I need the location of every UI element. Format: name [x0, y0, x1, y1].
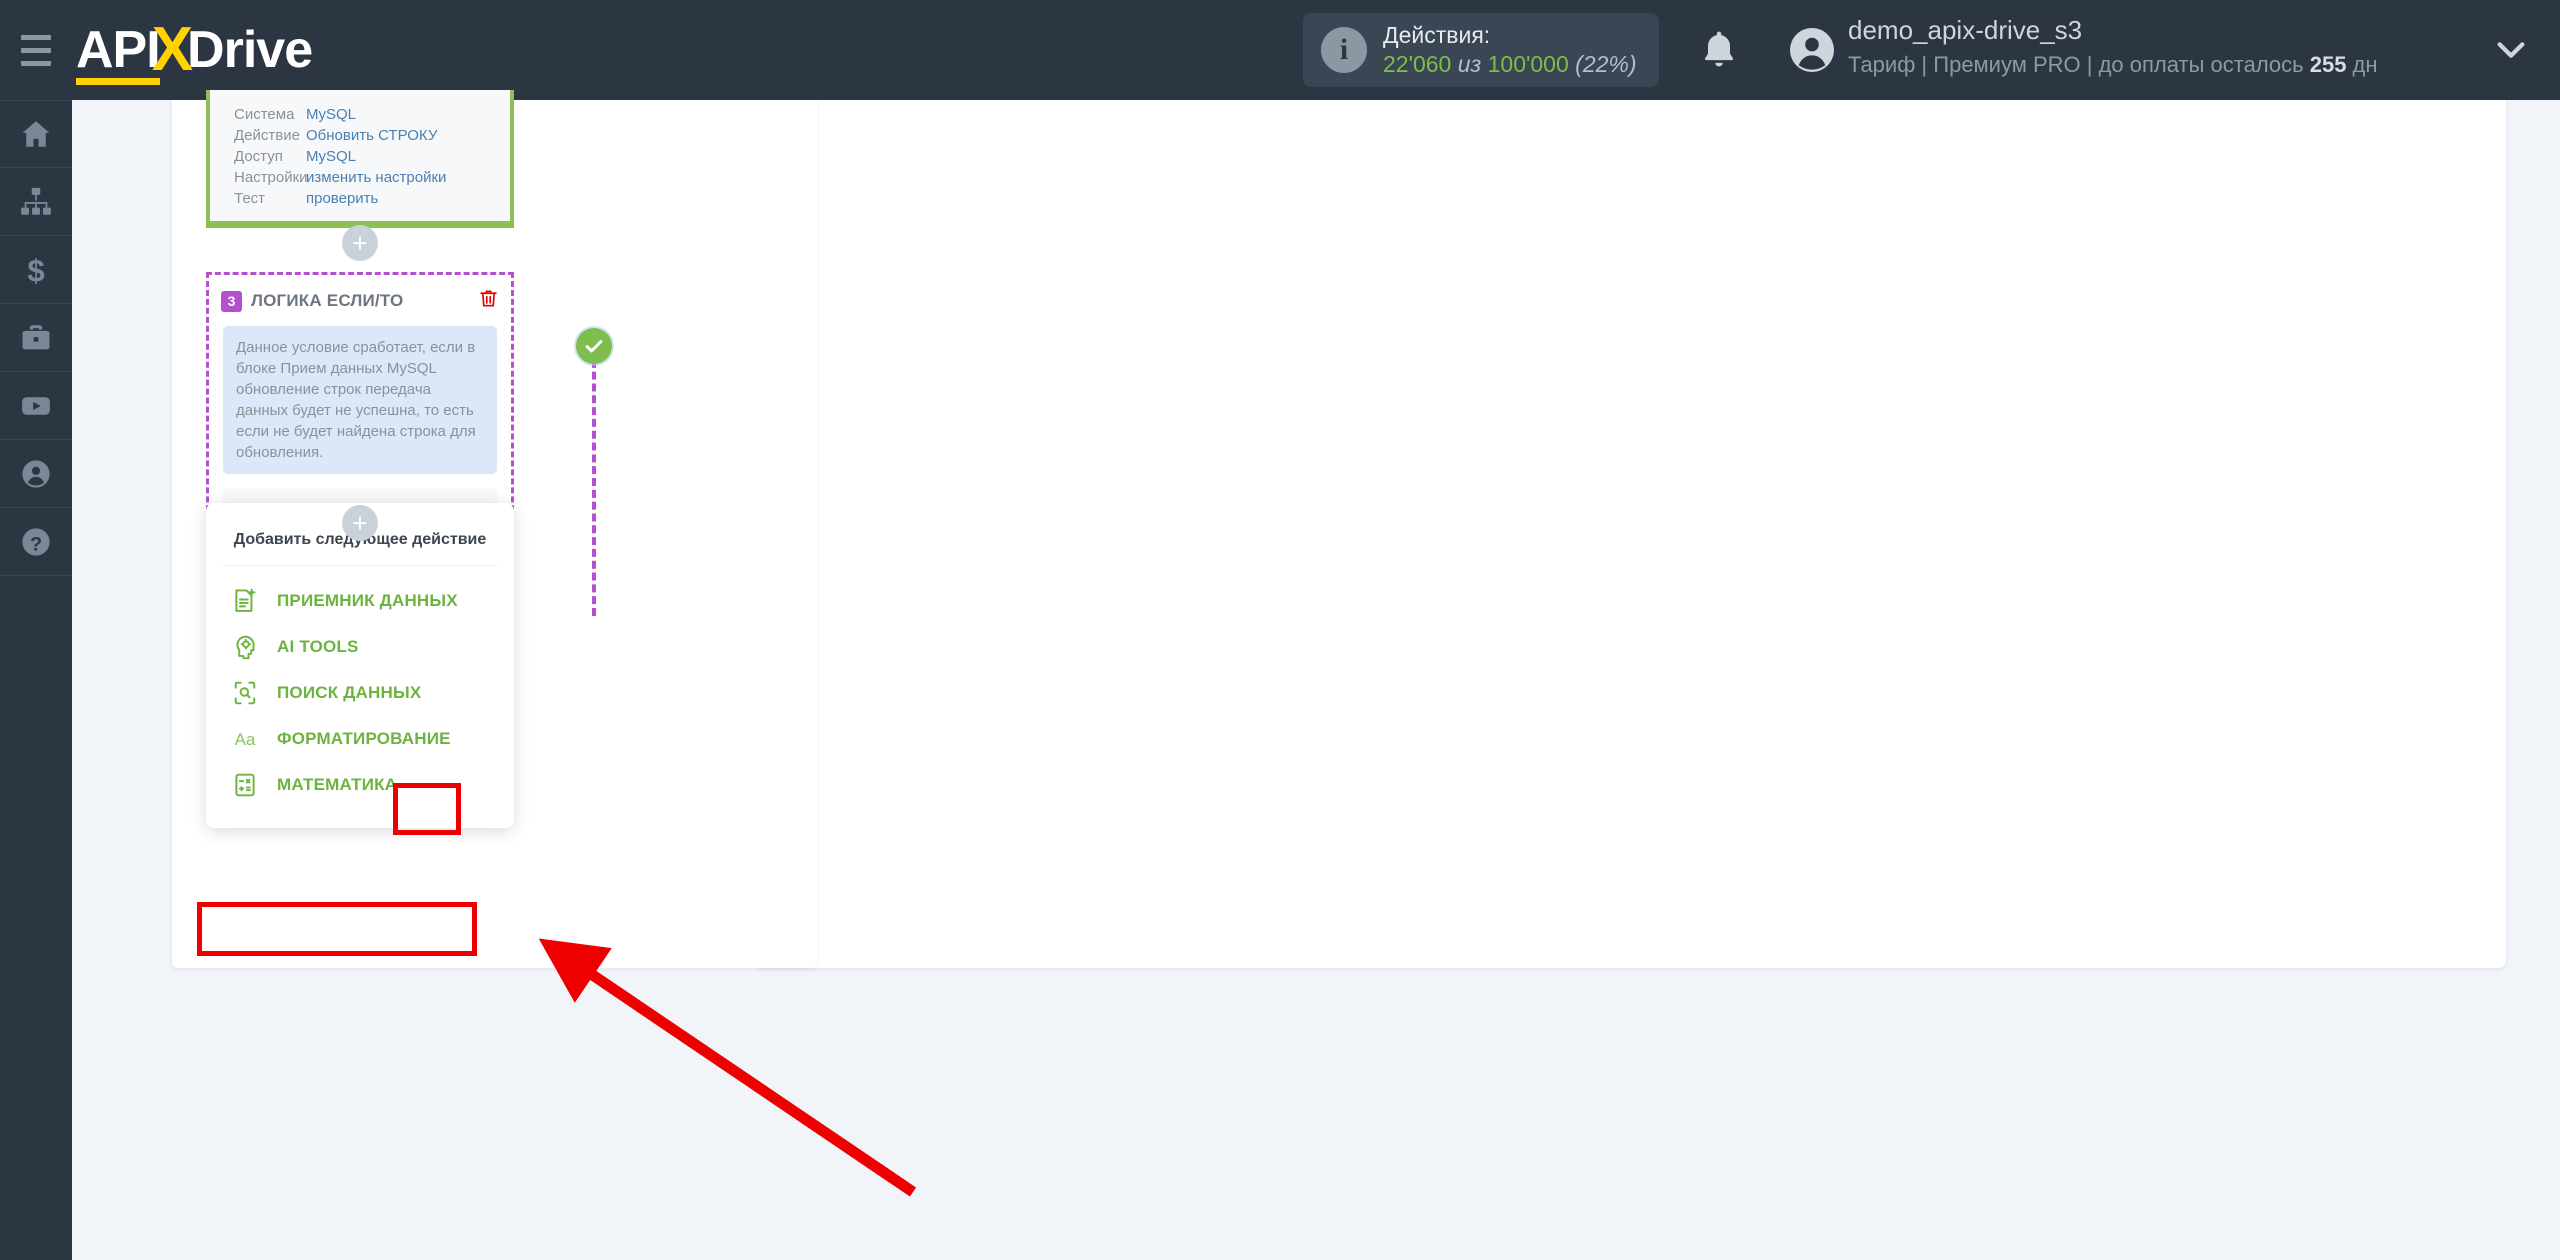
row-key: Тест: [234, 190, 266, 207]
plan-days-unit: дн: [2346, 51, 2378, 77]
hamburger-icon[interactable]: [0, 0, 72, 100]
menu-item-label: ПРИЕМНИК ДАННЫХ: [277, 591, 458, 610]
main-canvas: Система MySQL Действие Обновить СТРОКУ Д…: [72, 90, 2560, 1260]
add-action-menu: Добавить следующее действие ПРИЕМНИК ДАН…: [206, 503, 514, 828]
row-value[interactable]: MySQL: [306, 104, 356, 125]
menu-item-label: МАТЕМАТИКА: [277, 775, 398, 794]
info-icon: i: [1321, 27, 1367, 73]
card-source-body: Система MySQL Действие Обновить СТРОКУ Д…: [206, 90, 514, 221]
row-key: Настройки: [234, 169, 308, 186]
logo-text-api: API: [76, 24, 161, 85]
sidebar-rail: $ ?: [0, 100, 72, 1260]
actions-of-word: из: [1457, 51, 1482, 77]
card-logic-description: Данное условие сработает, если в блоке П…: [223, 326, 497, 474]
table-row: Система MySQL: [210, 104, 510, 125]
table-row: Тест проверить: [210, 188, 510, 209]
menu-item-data-search[interactable]: ПОИСК ДАННЫХ: [206, 670, 514, 716]
actions-total: 100'000: [1487, 51, 1569, 77]
menu-item-label: ФОРМАТИРОВАНИЕ: [277, 729, 451, 748]
row-key: Действие: [234, 127, 300, 144]
ai-head-icon: [230, 632, 260, 662]
step-number-badge: 3: [221, 290, 242, 312]
row-key: Доступ: [234, 148, 283, 165]
card-logic-header: 3 ЛОГИКА ЕСЛИ/ТО: [209, 275, 511, 323]
notifications-bell-icon[interactable]: [1697, 28, 1741, 72]
check-circle-icon: [576, 328, 612, 364]
user-name: demo_apix-drive_s3: [1848, 15, 2083, 45]
logo-text-drive: Drive: [187, 20, 313, 79]
menu-item-label: AI TOOLS: [277, 637, 359, 656]
plan-name: Премиум PRO: [1933, 51, 2081, 77]
apixdrive-logo[interactable]: API X Drive: [76, 14, 313, 85]
detail-panel: [754, 100, 2506, 968]
user-info[interactable]: demo_apix-drive_s3 Тариф | Премиум PRO |…: [1848, 14, 2378, 79]
actions-label: Действия:: [1383, 22, 1491, 49]
row-value[interactable]: Обновить СТРОКУ: [306, 125, 437, 146]
sidebar-item-home[interactable]: [0, 100, 72, 168]
row-key: Система: [234, 106, 295, 123]
sidebar-item-business[interactable]: [0, 304, 72, 372]
plan-prefix: Тариф |: [1848, 51, 1928, 77]
trash-icon[interactable]: [478, 287, 499, 315]
actions-counter: 22'060 из 100'000 (22%): [1383, 50, 1637, 79]
chevron-down-icon[interactable]: [2494, 38, 2528, 67]
row-value[interactable]: MySQL: [306, 146, 356, 167]
plan-days: 255: [2309, 51, 2347, 77]
sidebar-item-video[interactable]: [0, 372, 72, 440]
workflow-connector-line: [592, 348, 596, 616]
add-action-plus-button[interactable]: +: [342, 505, 378, 541]
svg-text:Aa: Aa: [235, 730, 256, 749]
text-format-icon: Aa: [230, 724, 260, 754]
row-value[interactable]: проверить: [306, 188, 378, 209]
sidebar-item-connections[interactable]: [0, 168, 72, 236]
plan-mid: | до оплаты осталось: [2086, 51, 2310, 77]
menu-item-math[interactable]: МАТЕМАТИКА: [206, 762, 514, 808]
logo-text-x: X: [151, 14, 194, 84]
workflow-card-source[interactable]: Система MySQL Действие Обновить СТРОКУ Д…: [206, 90, 514, 228]
table-row: Доступ MySQL: [210, 146, 510, 167]
add-step-button[interactable]: +: [342, 225, 378, 261]
actions-used: 22'060: [1383, 51, 1452, 77]
menu-item-data-receiver[interactable]: ПРИЕМНИК ДАННЫХ: [206, 578, 514, 624]
menu-item-formatting[interactable]: Aa ФОРМАТИРОВАНИЕ: [206, 716, 514, 762]
user-plan: Тариф | Премиум PRO | до оплаты осталось…: [1848, 50, 2378, 80]
svg-text:?: ?: [30, 533, 42, 555]
card-logic-title: ЛОГИКА ЕСЛИ/ТО: [251, 291, 404, 310]
calculator-icon: [230, 770, 260, 800]
document-plus-icon: [230, 586, 260, 616]
avatar[interactable]: [1788, 26, 1836, 74]
row-value[interactable]: изменить настройки: [306, 167, 446, 188]
app-header: API X Drive i Действия: 22'060 из 100'00…: [0, 0, 2560, 100]
sidebar-item-help[interactable]: ?: [0, 508, 72, 576]
table-row: Действие Обновить СТРОКУ: [210, 125, 510, 146]
actions-quota-box[interactable]: i Действия: 22'060 из 100'000 (22%): [1303, 13, 1659, 87]
svg-text:$: $: [27, 253, 44, 287]
actions-percent: (22%): [1575, 51, 1637, 77]
table-row: Настройки изменить настройки: [210, 167, 510, 188]
workflow-column: Система MySQL Действие Обновить СТРОКУ Д…: [172, 90, 817, 968]
sidebar-item-billing[interactable]: $: [0, 236, 72, 304]
menu-item-ai-tools[interactable]: AI TOOLS: [206, 624, 514, 670]
scan-search-icon: [230, 678, 260, 708]
sidebar-item-profile[interactable]: [0, 440, 72, 508]
menu-item-label: ПОИСК ДАННЫХ: [277, 683, 422, 702]
